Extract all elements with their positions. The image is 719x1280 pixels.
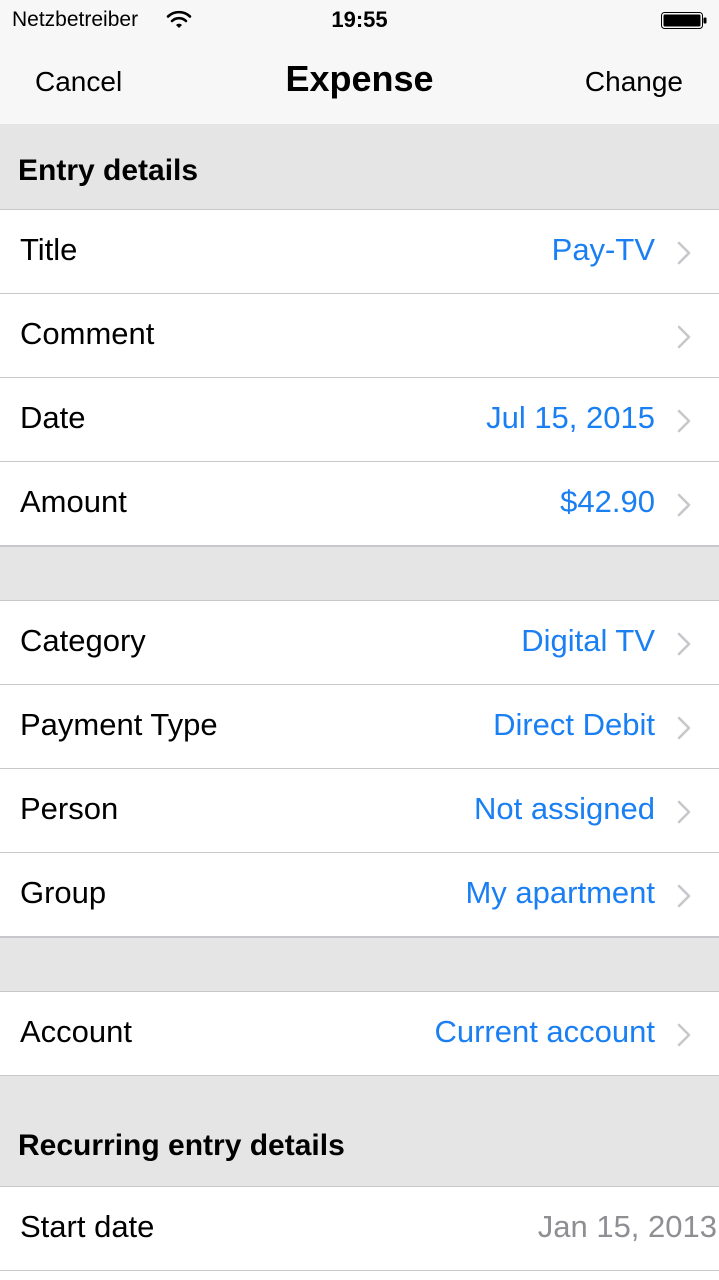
- section-header-entry-details: Entry details: [0, 124, 719, 210]
- row-label: Person: [20, 791, 119, 826]
- row-value: Current account: [434, 1014, 655, 1049]
- row-amount[interactable]: Amount $42.90: [0, 462, 719, 546]
- row-person[interactable]: Person Not assigned: [0, 769, 719, 853]
- row-value: Pay-TV: [551, 232, 655, 267]
- row-label: Account: [20, 1014, 133, 1049]
- change-button[interactable]: Change: [585, 66, 683, 98]
- status-bar: Netzbetreiber 19:55: [0, 0, 719, 40]
- row-label: Category: [20, 623, 146, 658]
- chevron-right-icon: [677, 493, 691, 517]
- section-title: Entry details: [18, 154, 199, 187]
- row-label: Comment: [20, 316, 155, 351]
- section-header-recurring-details: Recurring entry details: [0, 1076, 719, 1187]
- chevron-right-icon: [677, 325, 691, 349]
- clock: 19:55: [331, 7, 388, 32]
- group-separator: [0, 546, 719, 601]
- battery-icon: [661, 12, 707, 29]
- chevron-right-icon: [677, 241, 691, 265]
- chevron-right-icon: [677, 884, 691, 908]
- chevron-right-icon: [677, 632, 691, 656]
- row-account[interactable]: Account Current account: [0, 992, 719, 1076]
- row-label: Start date: [20, 1209, 155, 1244]
- group-separator: [0, 937, 719, 992]
- navigation-bar: Cancel Expense Change: [0, 40, 719, 124]
- row-comment[interactable]: Comment: [0, 294, 719, 378]
- chevron-right-icon: [677, 1023, 691, 1047]
- chevron-right-icon: [677, 716, 691, 740]
- row-label: Amount: [20, 484, 127, 519]
- row-label: Group: [20, 875, 107, 910]
- row-label: Payment Type: [20, 707, 218, 742]
- row-category[interactable]: Category Digital TV: [0, 601, 719, 685]
- row-value: My apartment: [465, 875, 655, 910]
- row-title[interactable]: Title Pay-TV: [0, 210, 719, 294]
- row-value: Jan 15, 2013: [537, 1209, 717, 1244]
- row-label: Title: [20, 232, 78, 267]
- row-start-date: Start date Jan 15, 2013: [0, 1187, 719, 1271]
- row-payment-type[interactable]: Payment Type Direct Debit: [0, 685, 719, 769]
- row-label: Date: [20, 400, 86, 435]
- section-title: Recurring entry details: [18, 1129, 345, 1162]
- row-value: Jul 15, 2015: [486, 400, 655, 435]
- row-value: $42.90: [560, 484, 655, 519]
- row-group[interactable]: Group My apartment: [0, 853, 719, 937]
- row-value: Digital TV: [521, 623, 655, 658]
- chevron-right-icon: [677, 409, 691, 433]
- row-value: Direct Debit: [493, 707, 655, 742]
- row-date[interactable]: Date Jul 15, 2015: [0, 378, 719, 462]
- chevron-right-icon: [677, 800, 691, 824]
- row-value: Not assigned: [474, 791, 655, 826]
